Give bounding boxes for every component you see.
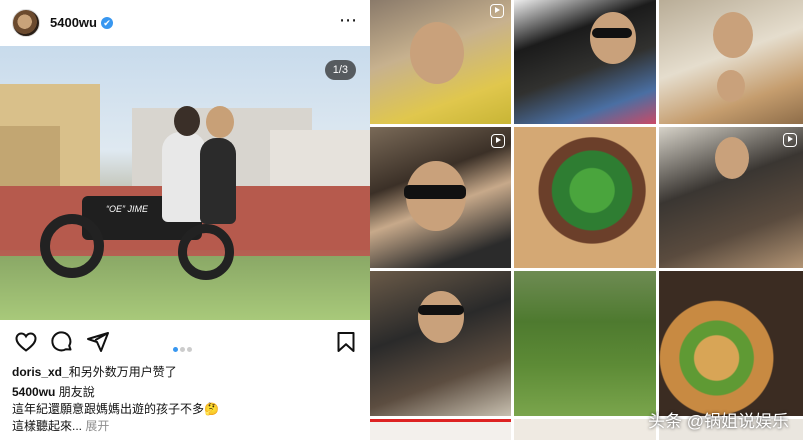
- reel-icon: [490, 4, 504, 18]
- grid-post-thumbnail[interactable]: [514, 271, 656, 416]
- photo-bike-wheel: [178, 224, 234, 280]
- instagram-post: 5400wu ✔ ⋯ “OE” JIME 1/3 doris_xd_和另外数万用…: [0, 0, 370, 440]
- post-username-row[interactable]: 5400wu ✔: [50, 15, 113, 30]
- avatar[interactable]: [12, 9, 40, 37]
- heart-icon[interactable]: [14, 330, 38, 354]
- caption-line-2: 這年紀還願意跟媽媽出遊的孩子不多🤔: [12, 402, 219, 416]
- grid-post-thumbnail[interactable]: [370, 419, 511, 440]
- caption-text-3: 這樣聽起來...: [12, 419, 83, 433]
- caption-line-1: 5400wu 朋友說: [12, 383, 95, 400]
- grid-post-thumbnail[interactable]: [659, 127, 803, 268]
- thumb-face: [717, 70, 745, 102]
- grid-post-thumbnail[interactable]: [514, 419, 656, 440]
- image-counter: 1/3: [324, 60, 356, 80]
- carousel-indicator: [172, 339, 193, 357]
- grid-post-thumbnail[interactable]: [370, 127, 511, 268]
- thumb-face: [590, 12, 636, 64]
- thumb-face: [715, 137, 749, 179]
- likes-line[interactable]: doris_xd_和另外数万用户赞了: [12, 363, 177, 380]
- grid-post-thumbnail[interactable]: [659, 271, 803, 416]
- caption-text-1: 朋友說: [58, 385, 95, 399]
- grid-post-thumbnail[interactable]: [514, 127, 656, 268]
- caption-more-link[interactable]: 展开: [85, 419, 109, 433]
- thumb-sunglasses: [418, 305, 464, 315]
- profile-post-grid: [370, 0, 803, 440]
- photo-bike-text: “OE” JIME: [106, 204, 148, 214]
- grid-post-thumbnail[interactable]: [659, 0, 803, 124]
- thumb-face: [410, 22, 464, 84]
- verified-badge-icon: ✔: [100, 17, 113, 29]
- carousel-dot-active: [173, 347, 178, 352]
- photo-bike-wheel: [40, 214, 104, 278]
- grid-post-thumbnail[interactable]: [370, 271, 511, 416]
- thumb-sunglasses: [592, 28, 632, 38]
- send-icon[interactable]: [86, 330, 110, 354]
- reel-icon: [491, 134, 505, 148]
- photo-rider-head: [174, 106, 200, 136]
- reel-icon: [783, 133, 797, 147]
- thumb-face: [713, 12, 753, 58]
- caption-username[interactable]: 5400wu: [12, 385, 55, 399]
- carousel-dot: [180, 347, 185, 352]
- toutiao-watermark: 头条 @锅姐说娱乐: [648, 412, 789, 431]
- comment-icon[interactable]: [50, 330, 74, 354]
- likes-user[interactable]: doris_xd_: [12, 365, 69, 379]
- caption-line-3: 這樣聽起來... 展开: [12, 417, 109, 434]
- post-username[interactable]: 5400wu: [50, 15, 97, 30]
- more-options-icon[interactable]: ⋯: [339, 10, 358, 30]
- photo-rider-head: [206, 106, 234, 138]
- thumb-face: [418, 291, 464, 343]
- bookmark-icon[interactable]: [334, 330, 358, 354]
- photo-building: [270, 130, 370, 186]
- carousel-dot: [187, 347, 192, 352]
- post-actions: [0, 326, 370, 356]
- thumb-sunglasses: [404, 185, 466, 199]
- post-photo[interactable]: “OE” JIME 1/3: [0, 46, 370, 320]
- grid-post-thumbnail[interactable]: [370, 0, 511, 124]
- post-header: 5400wu ✔ ⋯: [0, 0, 370, 46]
- grid-post-thumbnail[interactable]: [514, 0, 656, 124]
- photo-building: [0, 126, 60, 186]
- photo-rider: [200, 138, 236, 224]
- likes-rest: 和另外数万用户赞了: [68, 365, 177, 379]
